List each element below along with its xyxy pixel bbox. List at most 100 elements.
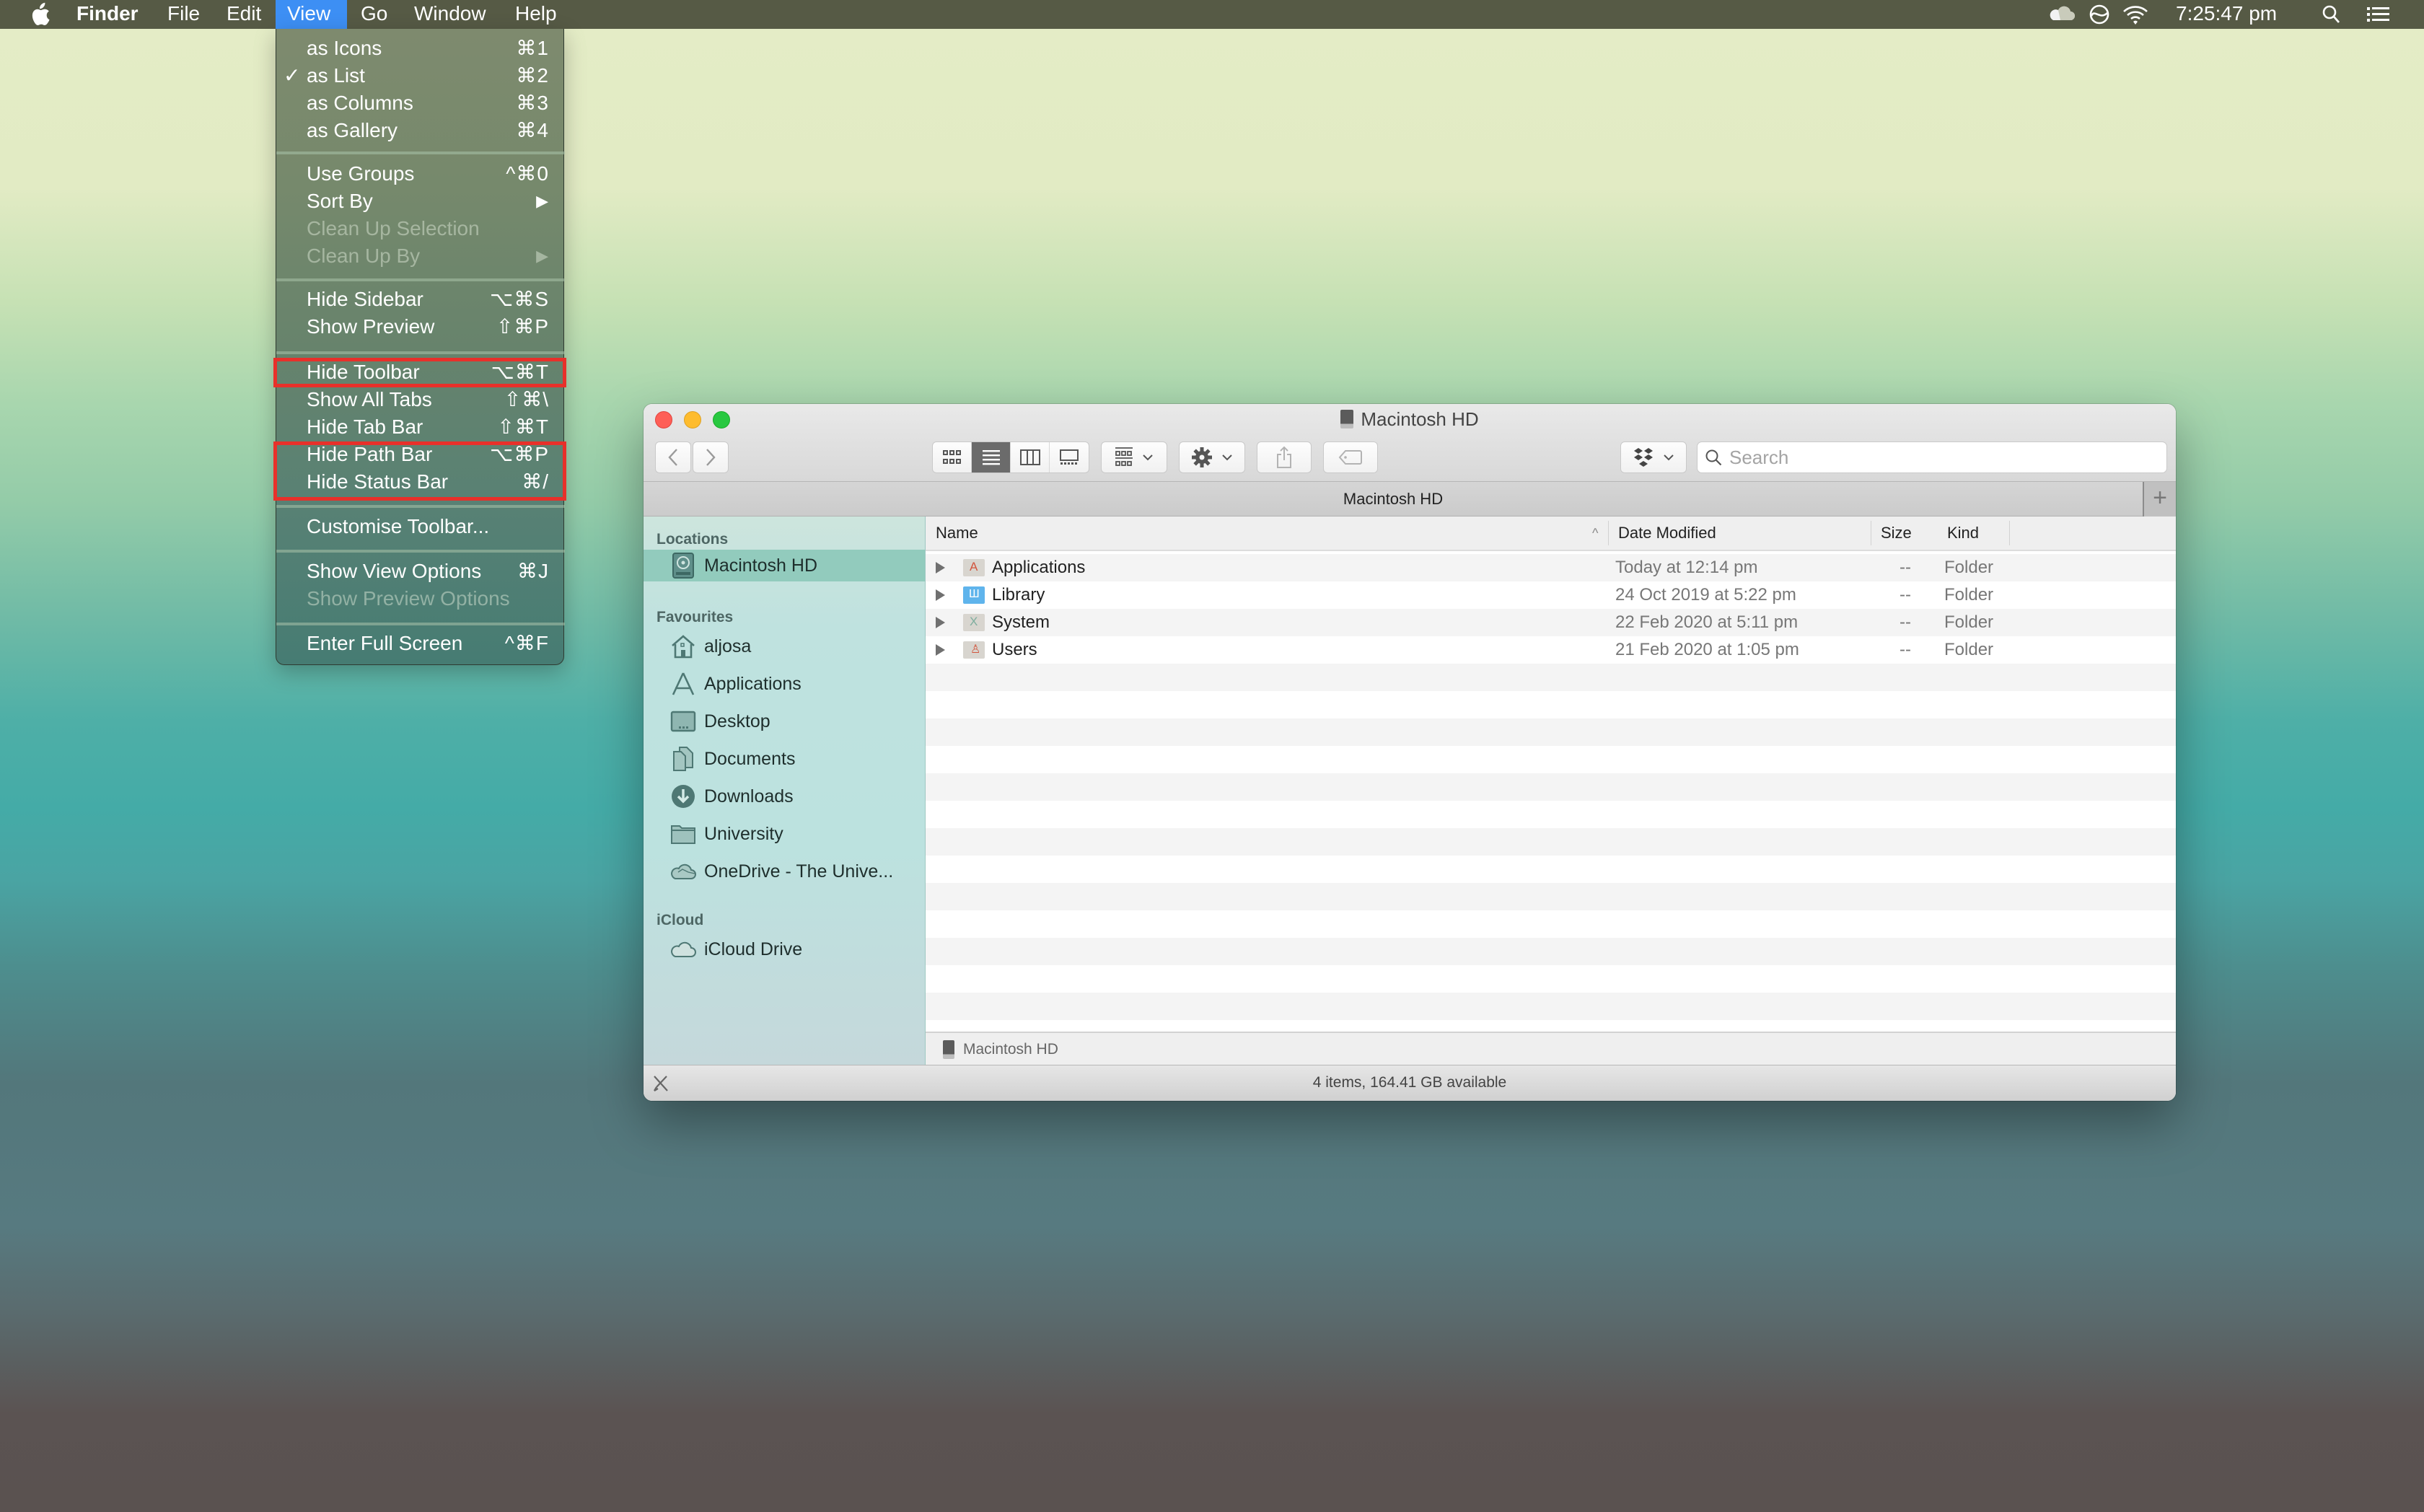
menu-item-customise-toolbar[interactable]: Customise Toolbar... [276,513,565,540]
menu-bar: Finder File Edit View Go Window Help 7:2… [0,0,2424,29]
menu-finder[interactable]: Finder [66,0,149,29]
view-icons-button[interactable] [933,442,972,472]
sidebar-item-aljosa[interactable]: aljosa [644,629,925,664]
table-row[interactable]: ♙ Users 21 Feb 2020 at 1:05 pm -- Folder [926,636,2176,664]
sidebar-item-university[interactable]: University [644,817,925,851]
hard-drive-icon [669,552,697,579]
view-columns-button[interactable] [1011,442,1050,472]
sidebar-item-macintosh-hd[interactable]: Macintosh HD [644,550,925,581]
new-tab-button[interactable]: + [2143,482,2176,517]
menu-item-hide-tab-bar[interactable]: Hide Tab Bar ⇧⌘T [276,413,565,441]
search-input[interactable] [1729,445,2155,470]
menu-go[interactable]: Go [351,0,398,29]
finder-window: Macintosh HD Search Macintosh HD + Locat… [644,404,2176,1101]
home-icon [669,633,697,660]
users-folder-icon: ♙ [963,641,985,659]
chevron-left-icon [668,449,677,466]
list-header: Name ^ Date Modified Size Kind [926,517,2176,551]
menu-file[interactable]: File [157,0,210,29]
tags-button[interactable] [1323,441,1378,473]
menu-item-show-all-tabs[interactable]: Show All Tabs ⇧⌘\ [276,386,565,413]
menu-item-shortcut: ⌘2 [516,64,549,87]
sidebar-item-downloads[interactable]: Downloads [644,779,925,814]
menu-item-label: Hide Tab Bar [307,416,423,438]
menu-item-as-columns[interactable]: as Columns ⌘3 [276,89,565,117]
icon-view-icon [942,450,961,464]
path-bar: Macintosh HD [926,1032,2176,1065]
search-icon [1705,449,1722,466]
menu-item-label: Clean Up By [307,245,421,267]
menu-item-enter-full-screen[interactable]: Enter Full Screen ^⌘F [276,630,565,657]
column-header-date-modified[interactable]: Date Modified [1618,517,1716,550]
menu-item-label: as List [307,64,365,87]
table-row[interactable]: X System 22 Feb 2020 at 5:11 pm -- Folder [926,609,2176,636]
column-header-size[interactable]: Size [1881,517,1912,550]
menu-separator [276,505,565,508]
apple-menu-icon[interactable] [29,2,50,27]
wifi-icon[interactable] [2121,3,2150,26]
column-header-kind[interactable]: Kind [1947,517,1979,550]
file-kind: Folder [1944,585,1994,605]
sync-icon[interactable] [2085,3,2114,26]
menu-item-show-preview[interactable]: Show Preview ⇧⌘P [276,313,565,340]
disclosure-triangle-icon[interactable] [936,617,945,628]
forward-button[interactable] [693,441,729,473]
sidebar-item-icloud-drive[interactable]: iCloud Drive [644,932,925,967]
menu-item-sort-by[interactable]: Sort By ▶ [276,188,565,215]
view-gallery-button[interactable] [1050,442,1089,472]
menu-item-as-list[interactable]: ✓ as List ⌘2 [276,62,565,89]
file-kind: Folder [1944,640,1994,659]
table-row[interactable]: A Applications Today at 12:14 pm -- Folder [926,554,2176,581]
sidebar-section-header: Locations [656,531,729,548]
file-size: -- [1900,585,1911,605]
sidebar-item-applications[interactable]: Applications [644,667,925,701]
share-button[interactable] [1257,441,1312,473]
dropbox-button[interactable] [1620,441,1687,473]
menu-item-label: Hide Sidebar [307,288,423,310]
spotlight-search-icon[interactable] [2317,3,2346,26]
disclosure-triangle-icon[interactable] [936,562,945,573]
column-header-name[interactable]: Name [936,517,978,550]
onedrive-icon[interactable] [2047,3,2076,26]
icloud-icon [669,936,697,963]
menu-item-show-view-options[interactable]: Show View Options ⌘J [276,558,565,585]
sidebar-item-label: Desktop [704,711,770,731]
file-date-modified: 22 Feb 2020 at 5:11 pm [1615,612,1799,632]
path-item[interactable]: Macintosh HD [963,1033,1058,1066]
group-icon [1115,447,1133,466]
file-size: -- [1900,558,1911,577]
table-row[interactable]: Ш Library 24 Oct 2019 at 5:22 pm -- Folder [926,581,2176,609]
menu-help[interactable]: Help [505,0,567,29]
menu-item-clean-up-by: Clean Up By ▶ [276,242,565,270]
menu-edit[interactable]: Edit [216,0,271,29]
menu-item-label: Show Preview [307,315,435,338]
menu-item-shortcut: ^⌘0 [506,162,549,185]
notification-center-icon[interactable] [2363,3,2392,26]
column-divider[interactable] [1608,521,1609,545]
disclosure-triangle-icon[interactable] [936,644,945,656]
sidebar-item-desktop[interactable]: Desktop [644,704,925,739]
onedrive-icon [669,858,697,885]
menu-item-hide-sidebar[interactable]: Hide Sidebar ⌥⌘S [276,286,565,313]
menu-item-use-groups[interactable]: Use Groups ^⌘0 [276,160,565,188]
menu-item-shortcut: ⌥⌘S [490,288,549,310]
menu-item-shortcut: ^⌘F [504,632,549,654]
group-by-button[interactable] [1101,441,1167,473]
menu-view[interactable]: View [276,0,347,29]
column-divider[interactable] [2009,521,2010,545]
menu-window[interactable]: Window [404,0,496,29]
search-field[interactable] [1697,441,2167,473]
clock[interactable]: 7:25:47 pm [2176,0,2277,27]
menu-item-as-icons[interactable]: as Icons ⌘1 [276,35,565,62]
sidebar-item-onedrive-the-unive[interactable]: OneDrive - The Unive... [644,854,925,889]
action-button[interactable] [1179,441,1245,473]
file-kind: Folder [1944,612,1994,632]
submenu-arrow-icon: ▶ [536,192,549,210]
tab-macintosh-hd[interactable]: Macintosh HD [644,482,2143,517]
view-list-button[interactable] [972,442,1011,472]
tag-icon [1338,450,1362,465]
back-button[interactable] [655,441,691,473]
sidebar-item-documents[interactable]: Documents [644,742,925,776]
menu-item-as-gallery[interactable]: as Gallery ⌘4 [276,117,565,144]
disclosure-triangle-icon[interactable] [936,589,945,601]
